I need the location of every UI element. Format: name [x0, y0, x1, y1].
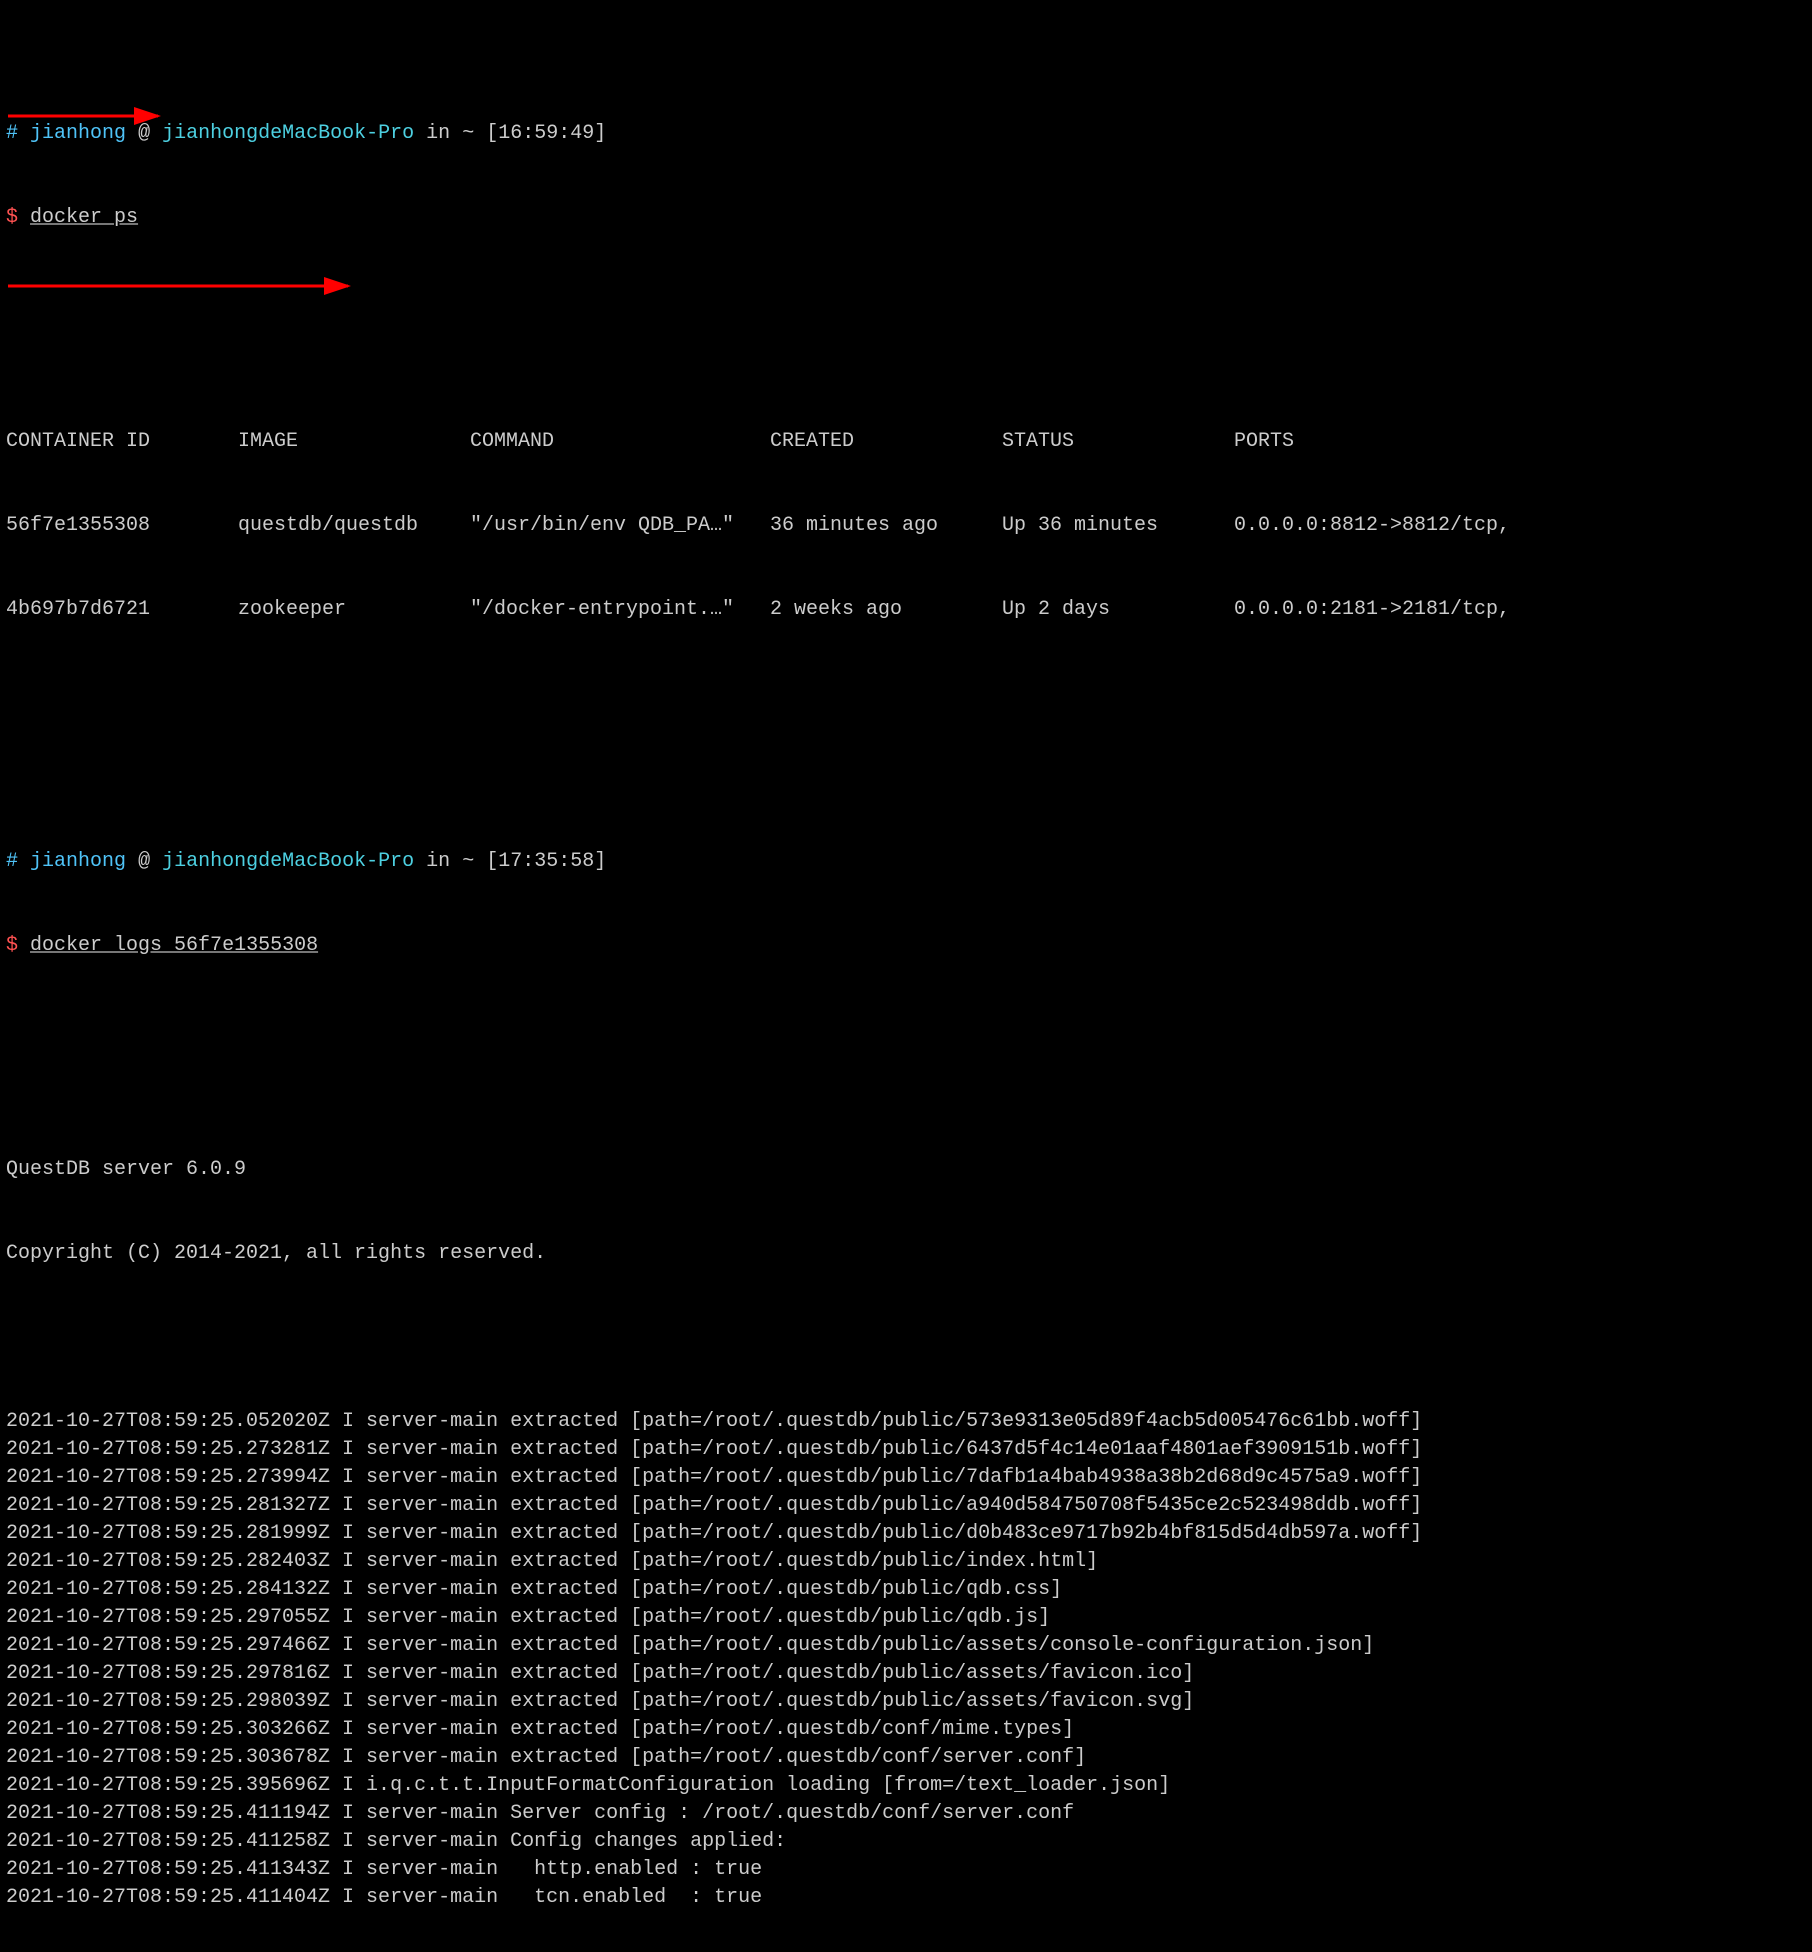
table-row: 4b697b7d6721zookeeper"/docker-entrypoint… [6, 596, 1806, 624]
prompt-at: @ [138, 122, 150, 145]
cell-command: "/usr/bin/env QDB_PA…" [470, 512, 770, 540]
header-created: CREATED [770, 428, 1002, 456]
log-line: 2021-10-27T08:59:25.297055Z I server-mai… [6, 1604, 1806, 1632]
cell-ports: 0.0.0.0:8812->8812/tcp, [1234, 512, 1806, 540]
log-lines-container: 2021-10-27T08:59:25.052020Z I server-mai… [6, 1408, 1806, 1912]
cell-id: 4b697b7d6721 [6, 596, 238, 624]
log-line: 2021-10-27T08:59:25.297466Z I server-mai… [6, 1632, 1806, 1660]
command-line-2: $ docker logs 56f7e1355308 [6, 932, 1806, 960]
prompt-at: @ [138, 850, 150, 873]
log-line: 2021-10-27T08:59:25.281999Z I server-mai… [6, 1520, 1806, 1548]
prompt-cwd: ~ [462, 122, 474, 145]
prompt-user: jianhong [30, 122, 126, 145]
prompt-line-1: # jianhong @ jianhongdeMacBook-Pro in ~ … [6, 120, 1806, 148]
log-line: 2021-10-27T08:59:25.411194Z I server-mai… [6, 1800, 1806, 1828]
prompt-time: [16:59:49] [486, 122, 606, 145]
prompt-host: jianhongdeMacBook-Pro [162, 122, 414, 145]
annotation-arrow-2 [8, 220, 368, 352]
header-command: COMMAND [470, 428, 770, 456]
log-line: 2021-10-27T08:59:25.282403Z I server-mai… [6, 1548, 1806, 1576]
cell-id: 56f7e1355308 [6, 512, 238, 540]
log-line: 2021-10-27T08:59:25.411404Z I server-mai… [6, 1884, 1806, 1912]
prompt-in: in [426, 850, 450, 873]
prompt-time: [17:35:58] [486, 850, 606, 873]
blank-line [6, 1324, 1806, 1352]
log-line: 2021-10-27T08:59:25.303266Z I server-mai… [6, 1716, 1806, 1744]
cell-status: Up 36 minutes [1002, 512, 1234, 540]
prompt-user: jianhong [30, 850, 126, 873]
log-line: 2021-10-27T08:59:25.052020Z I server-mai… [6, 1408, 1806, 1436]
log-line: 2021-10-27T08:59:25.395696Z I i.q.c.t.t.… [6, 1772, 1806, 1800]
cell-command: "/docker-entrypoint.…" [470, 596, 770, 624]
command-text: docker ps [30, 206, 138, 229]
prompt-line-2: # jianhong @ jianhongdeMacBook-Pro in ~ … [6, 848, 1806, 876]
command-text: docker logs 56f7e1355308 [30, 934, 318, 957]
cell-created: 36 minutes ago [770, 512, 1002, 540]
docker-ps-header: CONTAINER IDIMAGECOMMANDCREATEDSTATUSPOR… [6, 428, 1806, 456]
table-row: 56f7e1355308questdb/questdb"/usr/bin/env… [6, 512, 1806, 540]
log-line: 2021-10-27T08:59:25.411258Z I server-mai… [6, 1828, 1806, 1856]
log-line: 2021-10-27T08:59:25.298039Z I server-mai… [6, 1688, 1806, 1716]
log-line: 2021-10-27T08:59:25.297816Z I server-mai… [6, 1660, 1806, 1688]
header-container-id: CONTAINER ID [6, 428, 238, 456]
terminal-output[interactable]: # jianhong @ jianhongdeMacBook-Pro in ~ … [0, 0, 1812, 1952]
annotation-arrow-1 [8, 50, 178, 182]
log-line: 2021-10-27T08:59:25.273994Z I server-mai… [6, 1464, 1806, 1492]
log-line: 2021-10-27T08:59:25.273281Z I server-mai… [6, 1436, 1806, 1464]
prompt-hash: # [6, 122, 18, 145]
cell-ports: 0.0.0.0:2181->2181/tcp, [1234, 596, 1806, 624]
cell-image: questdb/questdb [238, 512, 470, 540]
prompt-in: in [426, 122, 450, 145]
cell-image: zookeeper [238, 596, 470, 624]
cell-created: 2 weeks ago [770, 596, 1002, 624]
prompt-dollar: $ [6, 934, 18, 957]
header-ports: PORTS [1234, 428, 1806, 456]
cell-status: Up 2 days [1002, 596, 1234, 624]
prompt-host: jianhongdeMacBook-Pro [162, 850, 414, 873]
log-banner: QuestDB server 6.0.9 [6, 1156, 1806, 1184]
command-line-1: $ docker ps [6, 204, 1806, 232]
header-image: IMAGE [238, 428, 470, 456]
log-line: 2021-10-27T08:59:25.411343Z I server-mai… [6, 1856, 1806, 1884]
blank-line [6, 708, 1806, 736]
log-line: 2021-10-27T08:59:25.284132Z I server-mai… [6, 1576, 1806, 1604]
log-line: 2021-10-27T08:59:25.303678Z I server-mai… [6, 1744, 1806, 1772]
header-status: STATUS [1002, 428, 1234, 456]
prompt-cwd: ~ [462, 850, 474, 873]
prompt-hash: # [6, 850, 18, 873]
log-line: 2021-10-27T08:59:25.281327Z I server-mai… [6, 1492, 1806, 1520]
prompt-dollar: $ [6, 206, 18, 229]
log-copyright: Copyright (C) 2014-2021, all rights rese… [6, 1240, 1806, 1268]
